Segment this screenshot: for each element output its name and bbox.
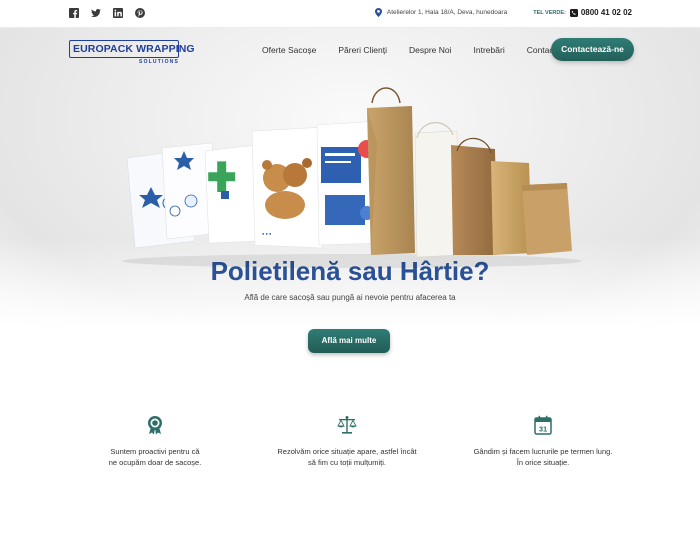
bags-illustration: ● ● ● bbox=[122, 87, 582, 268]
top-bar: Atelierelor 1, Hala 18/A, Deva, hunedoar… bbox=[0, 0, 700, 28]
nav-pareri-clienti[interactable]: Păreri Clienți bbox=[338, 45, 387, 55]
logo-main-text: EUROPACK WRAPPING bbox=[69, 40, 195, 58]
facebook-icon[interactable] bbox=[69, 8, 79, 18]
learn-more-button[interactable]: Află mai multe bbox=[308, 329, 390, 353]
feature-1-line-1: Suntem proactivi pentru că bbox=[110, 447, 200, 456]
address-text: Atelierelor 1, Hala 18/A, Deva, hunedoar… bbox=[386, 9, 508, 16]
feature-text-1: Suntem proactivi pentru că ne ocupăm doa… bbox=[70, 446, 240, 468]
feature-text-3: Gândim și facem lucrurile pe termen lung… bbox=[458, 446, 628, 468]
paper-bag-3 bbox=[451, 137, 497, 255]
calendar-day: 31 bbox=[539, 424, 547, 433]
calendar-icon: 31 bbox=[534, 415, 552, 435]
feature-long-term: 31 Gândim și facem lucrurile pe termen l… bbox=[458, 415, 628, 468]
twitter-icon[interactable] bbox=[91, 8, 101, 18]
paper-bag-1 bbox=[367, 87, 415, 255]
linkedin-icon[interactable] bbox=[113, 8, 123, 18]
contact-button[interactable]: Contactează-ne bbox=[551, 38, 634, 61]
nav-oferte-sacose[interactable]: Oferte Sacoșe bbox=[262, 45, 316, 55]
feature-3-line-1: Gândim și facem lucrurile pe termen lung… bbox=[473, 447, 613, 456]
social-links bbox=[69, 8, 145, 18]
scales-icon bbox=[337, 416, 357, 434]
feature-text-2: Rezolvăm orice situație apare, astfel în… bbox=[262, 446, 432, 468]
plastic-bag-4: ● ● ● bbox=[251, 126, 328, 249]
feature-solutions: Rezolvăm orice situație apare, astfel în… bbox=[262, 415, 432, 468]
main-nav: Oferte Sacoșe Păreri Clienți Despre Noi … bbox=[262, 45, 556, 55]
paper-bag-5 bbox=[522, 183, 572, 255]
nav-despre-noi[interactable]: Despre Noi bbox=[409, 45, 452, 55]
pinterest-icon[interactable] bbox=[135, 8, 145, 18]
phone-number[interactable]: 0800 41 02 02 bbox=[581, 8, 632, 17]
tel-label: TEL VERDE: bbox=[533, 9, 566, 16]
logo-sub-text: SOLUTIONS bbox=[139, 59, 179, 65]
feature-2-line-2: să fim cu toții mulțumiți. bbox=[308, 458, 386, 467]
nav-intrebari[interactable]: Intrebări bbox=[474, 45, 505, 55]
bag-print-text: ● ● ● bbox=[262, 231, 272, 236]
plastic-bag-3 bbox=[204, 144, 260, 244]
hero-subtitle: Află de care sacoșă sau pungă ai nevoie … bbox=[244, 293, 456, 302]
phone-icon bbox=[569, 8, 578, 17]
location-pin-icon bbox=[374, 8, 382, 17]
feature-proactive: Suntem proactivi pentru că ne ocupăm doa… bbox=[70, 415, 240, 468]
logo[interactable]: EUROPACK WRAPPING SOLUTIONS bbox=[69, 40, 195, 65]
contact-info: Atelierelor 1, Hala 18/A, Deva, hunedoar… bbox=[374, 8, 632, 17]
award-icon bbox=[148, 416, 162, 435]
feature-2-line-1: Rezolvăm orice situație apare, astfel în… bbox=[277, 447, 417, 456]
feature-1-line-2: ne ocupăm doar de sacoșe. bbox=[108, 458, 202, 467]
feature-3-line-2: În orice situație. bbox=[516, 458, 570, 467]
